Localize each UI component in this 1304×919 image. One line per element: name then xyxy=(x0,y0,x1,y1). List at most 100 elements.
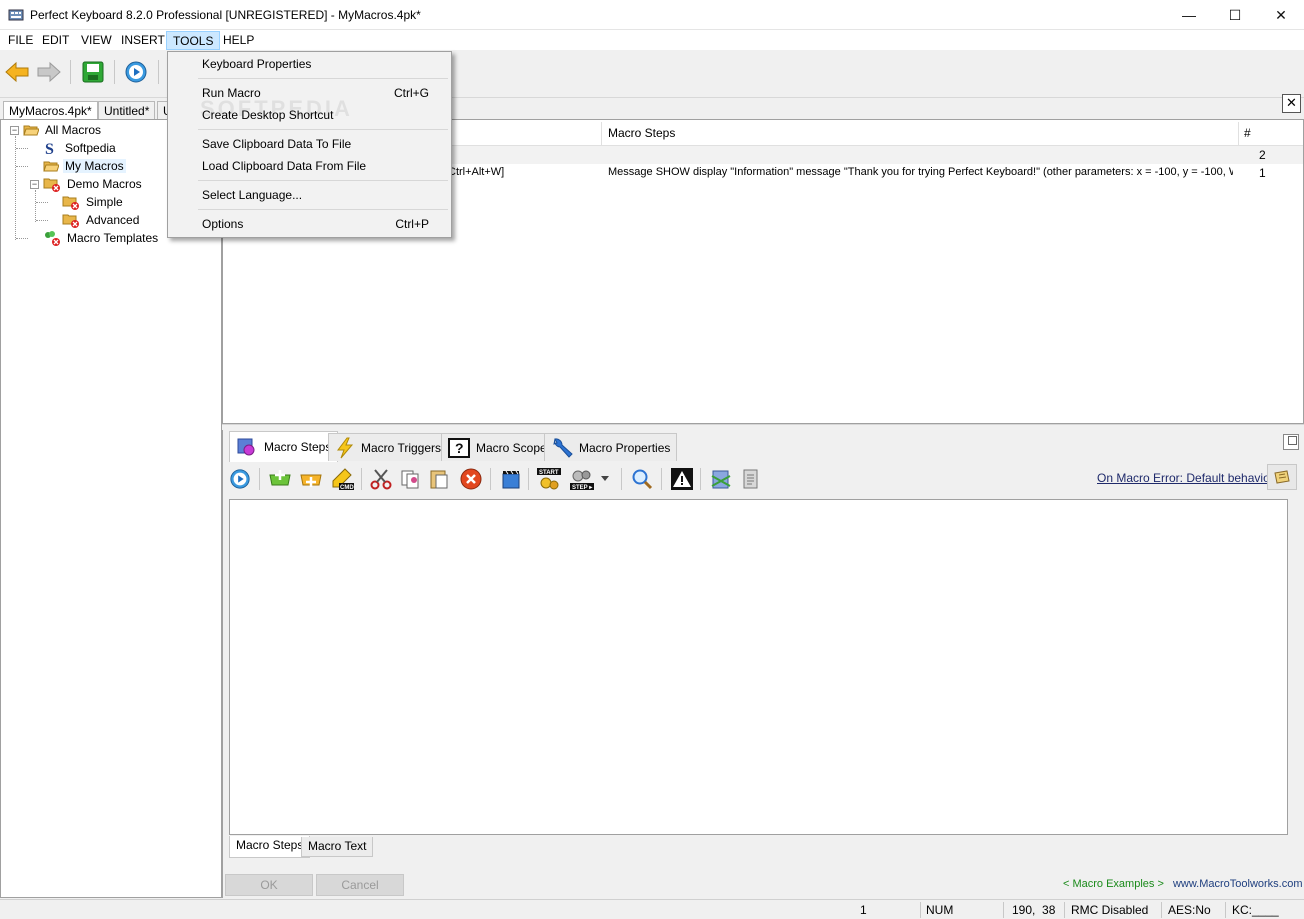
menu-help[interactable]: HELP xyxy=(217,31,260,50)
toolbar-separator xyxy=(361,468,362,490)
macro-examples-link[interactable]: < Macro Examples > xyxy=(1063,878,1164,890)
website-link[interactable]: www.MacroToolworks.com xyxy=(1173,878,1303,890)
doc-tab-mymacros[interactable]: MyMacros.4pk* xyxy=(3,101,98,120)
ok-button[interactable]: OK xyxy=(225,874,313,896)
paste-button[interactable] xyxy=(426,466,452,492)
column-header-count[interactable]: # xyxy=(1244,126,1251,140)
tree-item-label: All Macros xyxy=(45,123,102,137)
find-button[interactable] xyxy=(629,466,655,492)
step-dropdown-button[interactable] xyxy=(599,466,611,492)
macro-steps-editor[interactable] xyxy=(229,499,1288,835)
tree-item-my-macros[interactable]: My Macros xyxy=(43,157,126,175)
toolbar-separator xyxy=(259,468,260,490)
status-coords: 190, 38 xyxy=(1012,903,1056,917)
subtab-macro-steps[interactable]: Macro Steps xyxy=(229,836,311,858)
restore-panel-icon[interactable] xyxy=(1283,434,1299,450)
menu-file[interactable]: FILE xyxy=(2,31,39,50)
tab-macro-properties[interactable]: Macro Properties xyxy=(544,433,678,461)
error-settings-button[interactable] xyxy=(1267,464,1297,490)
maximize-button[interactable]: ☐ xyxy=(1212,0,1258,30)
collapse-toggle[interactable]: − xyxy=(10,126,19,135)
menu-item-options[interactable]: Options Ctrl+P xyxy=(170,213,449,235)
svg-text:?: ? xyxy=(455,440,464,456)
settings-card-icon xyxy=(1274,470,1290,484)
subtab-macro-text[interactable]: Macro Text xyxy=(301,837,374,857)
tree-item-softpedia[interactable]: S Softpedia xyxy=(43,139,118,157)
tree-item-macro-templates[interactable]: Macro Templates xyxy=(43,229,160,247)
macro-steps-icon xyxy=(236,437,258,457)
back-button[interactable] xyxy=(2,57,32,87)
comment-step-button[interactable] xyxy=(738,466,764,492)
run-macro-button[interactable] xyxy=(121,57,151,87)
delete-step-button[interactable] xyxy=(458,466,484,492)
doc-tab-untitled[interactable]: Untitled* xyxy=(98,101,156,120)
menu-separator xyxy=(198,129,448,130)
status-rmc: RMC Disabled xyxy=(1071,903,1149,917)
record-button[interactable] xyxy=(498,466,524,492)
collapse-toggle[interactable]: − xyxy=(30,180,39,189)
menu-view[interactable]: VIEW xyxy=(75,31,118,50)
cancel-button[interactable]: Cancel xyxy=(316,874,404,896)
paste-icon xyxy=(430,470,448,489)
menu-item-keyboard-properties[interactable]: Keyboard Properties xyxy=(170,53,449,75)
macro-editor-panel: Macro Steps Macro Triggers ? Macro Scope… xyxy=(222,430,1304,898)
question-icon: ? xyxy=(448,437,470,458)
run-step-button[interactable] xyxy=(227,466,253,492)
insert-step-button[interactable] xyxy=(298,466,324,492)
menu-item-load-clipboard[interactable]: Load Clipboard Data From File xyxy=(170,155,449,177)
tree-item-label: Demo Macros xyxy=(67,177,142,191)
menu-separator xyxy=(198,78,448,79)
copy-button[interactable] xyxy=(397,466,423,492)
close-window-button[interactable]: ✕ xyxy=(1258,0,1304,30)
toolbar-separator xyxy=(70,60,71,84)
status-num: NUM xyxy=(926,903,954,917)
save-button[interactable] xyxy=(78,57,108,87)
cell-trigger: Ctrl+Alt+W] xyxy=(448,166,505,178)
warning-icon xyxy=(671,468,693,490)
menu-item-select-language[interactable]: Select Language... xyxy=(170,184,449,206)
warning-button[interactable] xyxy=(669,466,695,492)
minimize-button[interactable]: — xyxy=(1166,0,1212,30)
toolbar-separator xyxy=(661,468,662,490)
menu-item-save-clipboard[interactable]: Save Clipboard Data To File xyxy=(170,133,449,155)
tree-item-simple[interactable]: Simple xyxy=(62,193,125,211)
svg-text:START: START xyxy=(539,470,559,476)
start-button[interactable]: START xyxy=(536,466,562,492)
cell-steps: Message SHOW display "Information" messa… xyxy=(608,166,1233,178)
disable-step-button[interactable] xyxy=(708,466,734,492)
step-button[interactable]: STEP ▸ xyxy=(569,466,595,492)
column-header-steps[interactable]: Macro Steps xyxy=(608,126,675,140)
tree-item-label: Macro Templates xyxy=(67,231,159,245)
tree-item-demo-macros[interactable]: Demo Macros xyxy=(43,175,144,193)
cell-count: 1 xyxy=(1259,166,1266,180)
menu-edit[interactable]: EDIT xyxy=(36,31,75,50)
play-icon xyxy=(230,469,250,489)
tree-line xyxy=(16,166,28,167)
tree-line xyxy=(35,190,36,222)
folder-disabled-icon xyxy=(43,178,60,192)
cmd-icon: CMD xyxy=(332,468,354,491)
close-document-button[interactable]: ✕ xyxy=(1282,94,1301,113)
command-button[interactable]: CMD xyxy=(329,466,355,492)
status-divider xyxy=(1161,902,1162,918)
folder-disabled-icon xyxy=(62,214,79,228)
add-step-button[interactable] xyxy=(267,466,293,492)
menu-separator xyxy=(198,180,448,181)
step-gear-icon: STEP ▸ xyxy=(570,470,594,491)
on-macro-error-link[interactable]: On Macro Error: Default behavior xyxy=(1097,471,1274,485)
tree-item-all-macros[interactable]: All Macros xyxy=(23,121,103,139)
forward-button[interactable] xyxy=(34,57,64,87)
cut-button[interactable] xyxy=(368,466,394,492)
tab-macro-steps[interactable]: Macro Steps xyxy=(229,431,339,462)
menu-item-label: Keyboard Properties xyxy=(202,57,312,71)
tab-macro-triggers[interactable]: Macro Triggers xyxy=(328,433,449,461)
menu-insert[interactable]: INSERT xyxy=(115,31,171,50)
status-divider xyxy=(920,902,921,918)
tab-macro-scope[interactable]: ? Macro Scope xyxy=(441,433,554,461)
delete-icon xyxy=(460,468,482,490)
tree-item-advanced[interactable]: Advanced xyxy=(62,211,141,229)
menu-bar: FILE EDIT VIEW INSERT TOOLS HELP xyxy=(0,30,1304,50)
menu-item-shortcut: Ctrl+G xyxy=(393,86,429,100)
status-bar: 1 NUM 190, 38 RMC Disabled AES:No KC:___… xyxy=(0,899,1304,919)
menu-tools[interactable]: TOOLS xyxy=(166,31,221,50)
